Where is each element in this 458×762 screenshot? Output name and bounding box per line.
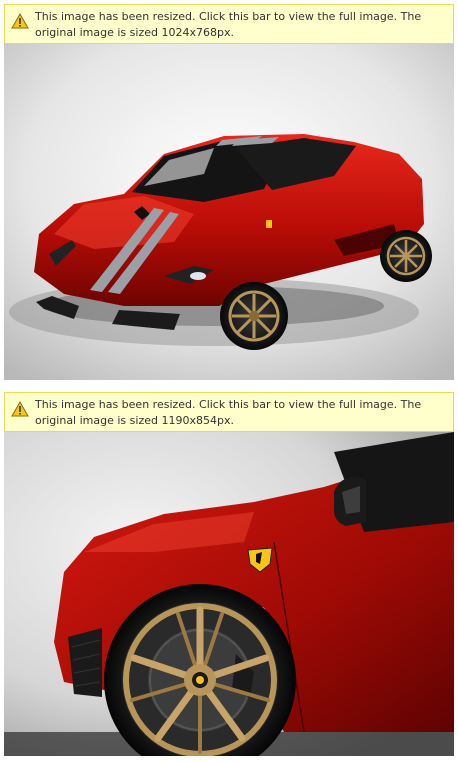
resize-notice-text-2: This image has been resized. Click this …	[35, 398, 422, 427]
resize-notice-bar-2[interactable]: This image has been resized. Click this …	[4, 392, 454, 432]
ferrari-front-view-image	[4, 44, 454, 380]
resize-notice-text-1: This image has been resized. Click this …	[35, 10, 422, 39]
ferrari-wheel-closeup-image	[4, 432, 454, 756]
car-photo-1[interactable]	[4, 44, 454, 380]
warning-icon	[11, 13, 29, 29]
car-photo-2[interactable]	[4, 432, 454, 756]
resize-notice-bar-1[interactable]: This image has been resized. Click this …	[4, 4, 454, 44]
warning-icon	[11, 401, 29, 417]
resized-image-block-1: This image has been resized. Click this …	[4, 4, 454, 380]
resized-image-block-2: This image has been resized. Click this …	[4, 392, 454, 756]
